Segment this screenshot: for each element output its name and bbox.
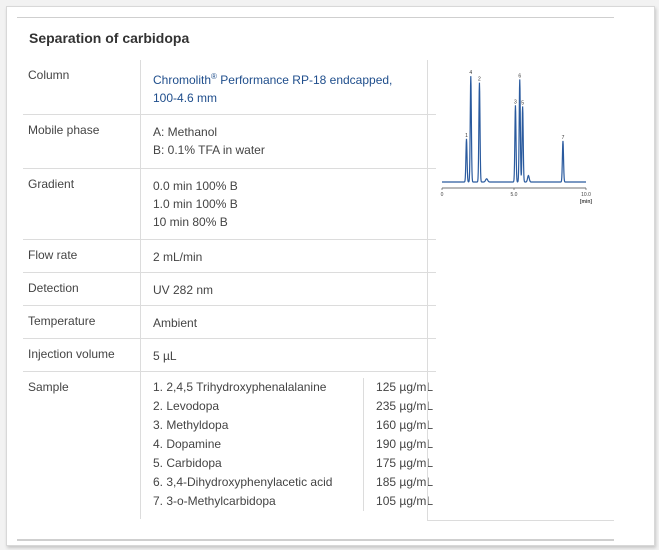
- sample-name: 3. Methyldopa: [153, 417, 229, 432]
- chromatogram-panel: 1 4 2 3 6 5 7 0 5.0 10.0 [min]: [427, 60, 614, 521]
- sample-name: 6. 3,4-Dihydroxyphenylacetic acid: [153, 474, 333, 489]
- top-divider: [17, 17, 614, 18]
- row-injection-volume: Injection volume 5 µL: [23, 337, 436, 371]
- sample-list: 1. 2,4,5 Trihydroxyphenalalanine 125 µg/…: [153, 377, 433, 511]
- row-detection: Detection UV 282 nm: [23, 271, 436, 305]
- x-axis-unit: [min]: [580, 199, 593, 205]
- row-sample: Sample 1. 2,4,5 Trihydroxyphenalalanine …: [23, 370, 436, 519]
- row-mobile-phase: Mobile phase A: Methanol B: 0.1% TFA in …: [23, 113, 436, 168]
- spec-table: Column Chromolith® Performance RP-18 end…: [23, 60, 436, 519]
- value-sample: 1. 2,4,5 Trihydroxyphenalalanine 125 µg/…: [140, 370, 436, 519]
- sample-conc: 125 µg/mL: [363, 377, 433, 397]
- row-flow-rate: Flow rate 2 mL/min: [23, 238, 436, 272]
- value-temperature: Ambient: [140, 304, 436, 338]
- sample-name: 4. Dopamine: [153, 436, 222, 451]
- sample-row: 6. 3,4-Dihydroxyphenylacetic acid 185 µg…: [153, 472, 433, 492]
- row-column: Column Chromolith® Performance RP-18 end…: [23, 60, 436, 114]
- peak-label: 5: [521, 100, 524, 106]
- page-title: Separation of carbidopa: [29, 30, 190, 46]
- label-mobile-phase: Mobile phase: [23, 113, 141, 168]
- peak-label: 7: [562, 135, 565, 141]
- value-detection: UV 282 nm: [140, 271, 436, 305]
- sample-name: 5. Carbidopa: [153, 455, 222, 470]
- sample-name: 1. 2,4,5 Trihydroxyphenalalanine: [153, 379, 327, 394]
- gradient-step: 0.0 min 100% B: [153, 178, 238, 193]
- sample-row: 1. 2,4,5 Trihydroxyphenalalanine 125 µg/…: [153, 377, 433, 397]
- label-injection-volume: Injection volume: [23, 337, 141, 371]
- x-tick-label: 10.0: [581, 192, 591, 198]
- value-gradient: 0.0 min 100% B 1.0 min 100% B 10 min 80%…: [140, 167, 436, 239]
- label-temperature: Temperature: [23, 304, 141, 338]
- label-flow-rate: Flow rate: [23, 238, 141, 272]
- sample-conc: 175 µg/mL: [363, 453, 433, 473]
- label-sample: Sample: [23, 370, 141, 519]
- label-gradient: Gradient: [23, 167, 141, 239]
- panel-frame: Separation of carbidopa Column Chromolit…: [6, 6, 655, 546]
- value-flow-rate: 2 mL/min: [140, 238, 436, 272]
- chromatogram-chart: 1 42 3 6 5 7 0 5.0 10.0[min]: [441, 70, 593, 205]
- value-column: Chromolith® Performance RP-18 endcapped,…: [141, 60, 437, 114]
- chromatogram-trace: [442, 76, 586, 183]
- row-temperature: Temperature Ambient: [23, 304, 436, 338]
- row-gradient: Gradient 0.0 min 100% B 1.0 min 100% B 1…: [23, 167, 436, 239]
- peak-label: 1: [465, 133, 468, 139]
- mobile-phase-b: B: 0.1% TFA in water: [153, 142, 265, 157]
- bottom-divider: [17, 539, 614, 541]
- mobile-phase-a: A: Methanol: [153, 124, 218, 139]
- sample-conc: 105 µg/mL: [363, 491, 433, 511]
- sample-row: 4. Dopamine 190 µg/mL: [153, 434, 433, 454]
- sample-row: 7. 3-o-Methylcarbidopa 105 µg/mL: [153, 491, 433, 511]
- sample-row: 2. Levodopa 235 µg/mL: [153, 396, 433, 416]
- peak-label: 3: [514, 99, 517, 105]
- peak-label: 6: [518, 73, 521, 79]
- label-detection: Detection: [23, 271, 141, 305]
- sample-row: 5. Carbidopa 175 µg/mL: [153, 453, 433, 473]
- value-injection-volume: 5 µL: [140, 337, 436, 371]
- column-dimensions: 100-4.6 mm: [153, 91, 218, 105]
- sample-conc: 185 µg/mL: [363, 472, 433, 492]
- label-column: Column: [23, 60, 141, 114]
- sample-row: 3. Methyldopa 160 µg/mL: [153, 415, 433, 435]
- sample-conc: 160 µg/mL: [363, 415, 433, 435]
- column-spec: Performance RP-18 endcapped,: [216, 73, 393, 87]
- peak-label: 2: [478, 77, 481, 83]
- sample-conc: 235 µg/mL: [363, 396, 433, 416]
- sample-conc: 190 µg/mL: [363, 434, 433, 454]
- column-brand: Chromolith: [153, 73, 212, 87]
- x-tick-label: 5.0: [511, 192, 518, 198]
- gradient-step: 10 min 80% B: [153, 214, 228, 229]
- peak-label: 4: [469, 70, 472, 76]
- x-tick-label: 0: [441, 192, 444, 198]
- value-mobile-phase: A: Methanol B: 0.1% TFA in water: [140, 113, 436, 168]
- sample-name: 7. 3-o-Methylcarbidopa: [153, 493, 276, 508]
- gradient-step: 1.0 min 100% B: [153, 196, 238, 211]
- sample-name: 2. Levodopa: [153, 398, 220, 413]
